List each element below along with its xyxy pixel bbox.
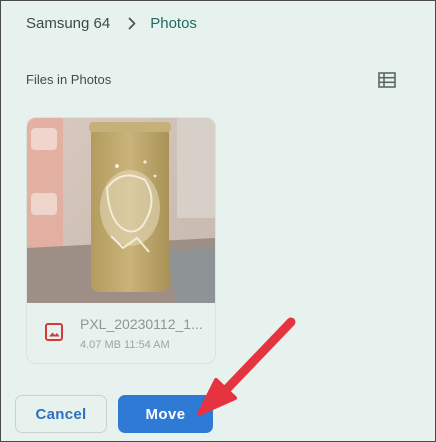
file-name: PXL_20230112_1... [80, 316, 203, 332]
file-card[interactable]: PXL_20230112_1... 4.07 MB 11:54 AM [26, 117, 216, 364]
breadcrumb: Samsung 64 Photos [26, 13, 197, 33]
file-details: 4.07 MB 11:54 AM [80, 339, 170, 351]
move-file-screen: Samsung 64 Photos Files in Photos PXL_20… [0, 0, 436, 442]
list-view-icon[interactable] [377, 71, 397, 89]
section-title: Files in Photos [26, 72, 112, 87]
chevron-right-icon [128, 17, 136, 30]
cancel-button[interactable]: Cancel [15, 395, 107, 433]
breadcrumb-current: Photos [150, 14, 197, 32]
breadcrumb-root[interactable]: Samsung 64 [26, 15, 110, 32]
file-thumbnail [27, 118, 215, 303]
image-file-icon [45, 323, 63, 341]
move-button[interactable]: Move [118, 395, 213, 433]
file-info: PXL_20230112_1... 4.07 MB 11:54 AM [27, 303, 215, 363]
